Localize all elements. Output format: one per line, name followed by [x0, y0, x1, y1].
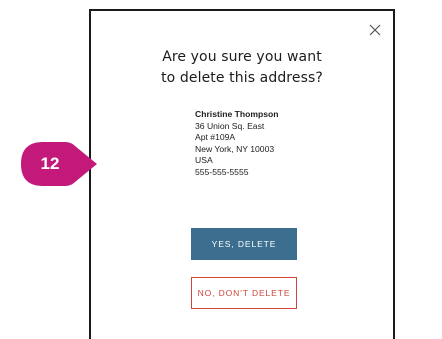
- cancel-delete-button[interactable]: NO, DON'T DELETE: [191, 277, 297, 309]
- dialog-title-line-1: Are you sure you want: [162, 49, 322, 65]
- address-city-state-zip: New York, NY 10003: [195, 143, 275, 154]
- address-phone: 555-555-5555: [195, 166, 249, 177]
- confirm-delete-button[interactable]: YES, DELETE: [191, 228, 297, 260]
- address-block: Christine Thompson 36 Union Sq. East Apt…: [195, 109, 279, 179]
- dialog-title-line-2: to delete this address?: [161, 70, 323, 86]
- address-street: 36 Union Sq. East: [195, 120, 265, 131]
- address-apartment: Apt #109A: [195, 132, 236, 143]
- dialog-title: Are you sure you want to delete this add…: [91, 47, 393, 89]
- address-name: Christine Thompson: [195, 109, 279, 119]
- delete-address-dialog: Are you sure you want to delete this add…: [89, 9, 395, 339]
- step-annotation-badge: 12: [21, 142, 99, 186]
- close-icon: [369, 24, 381, 36]
- screen: Are you sure you want to delete this add…: [0, 0, 442, 339]
- address-country: USA: [195, 155, 213, 166]
- close-button[interactable]: [368, 23, 382, 37]
- step-number: 12: [40, 154, 60, 173]
